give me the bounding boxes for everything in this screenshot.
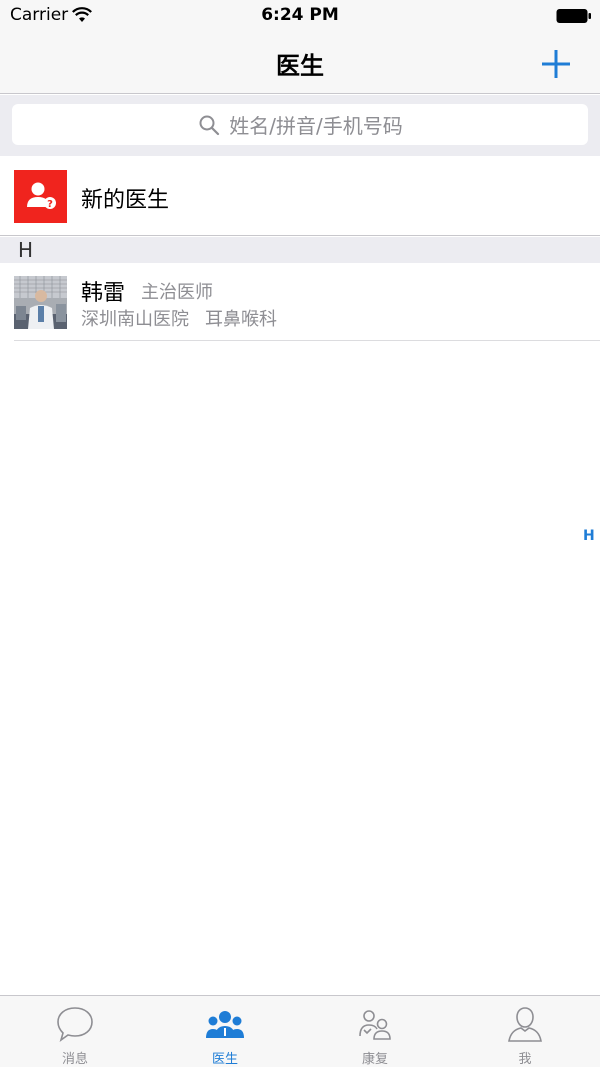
add-doctor-button[interactable] [536, 44, 576, 84]
tab-doctors[interactable]: 医生 [150, 996, 300, 1067]
tab-rehab[interactable]: 康复 [300, 996, 450, 1067]
tab-me[interactable]: 我 [450, 996, 600, 1067]
search-input[interactable]: 姓名/拼音/手机号码 [12, 104, 588, 145]
new-doctors-row[interactable]: ? 新的医生 [0, 156, 600, 236]
page-title: 医生 [276, 52, 324, 80]
doctor-row[interactable]: 韩雷 主治医师 深圳南山医院 耳鼻喉科 [0, 263, 600, 341]
status-bar: Carrier 6:24 PM [0, 0, 600, 40]
new-doctors-label: 新的医生 [81, 188, 170, 213]
doctor-name: 韩雷 [81, 281, 126, 306]
tab-label: 医生 [211, 1052, 238, 1067]
plus-icon [542, 50, 570, 78]
battery-icon [556, 9, 591, 23]
search-placeholder: 姓名/拼音/手机号码 [229, 114, 403, 138]
doctors-group-icon [206, 1011, 244, 1038]
tab-label: 康复 [361, 1052, 388, 1067]
doctor-hospital: 深圳南山医院 [81, 309, 189, 330]
svg-text:?: ? [47, 199, 53, 210]
section-index-h[interactable]: H [583, 528, 595, 544]
new-doctor-icon: ? [14, 170, 67, 223]
section-letter: H [18, 238, 34, 262]
doctor-department: 耳鼻喉科 [205, 309, 277, 330]
section-header-h: H [0, 237, 600, 263]
row-divider [14, 340, 600, 341]
search-area: 姓名/拼音/手机号码 [0, 95, 600, 156]
doctor-title: 主治医师 [141, 282, 213, 303]
tab-label: 我 [518, 1052, 532, 1067]
person-icon [508, 1007, 542, 1042]
rehab-icon [359, 1010, 391, 1040]
search-icon [199, 115, 220, 135]
doctor-avatar [14, 276, 67, 329]
chat-bubble-icon [57, 1007, 93, 1042]
navigation-bar: 医生 [0, 40, 600, 94]
tab-label: 消息 [61, 1052, 88, 1067]
tab-messages[interactable]: 消息 [0, 996, 150, 1067]
tab-bar: 消息 医生 康复 我 [0, 995, 600, 1067]
clock: 6:24 PM [261, 5, 339, 25]
